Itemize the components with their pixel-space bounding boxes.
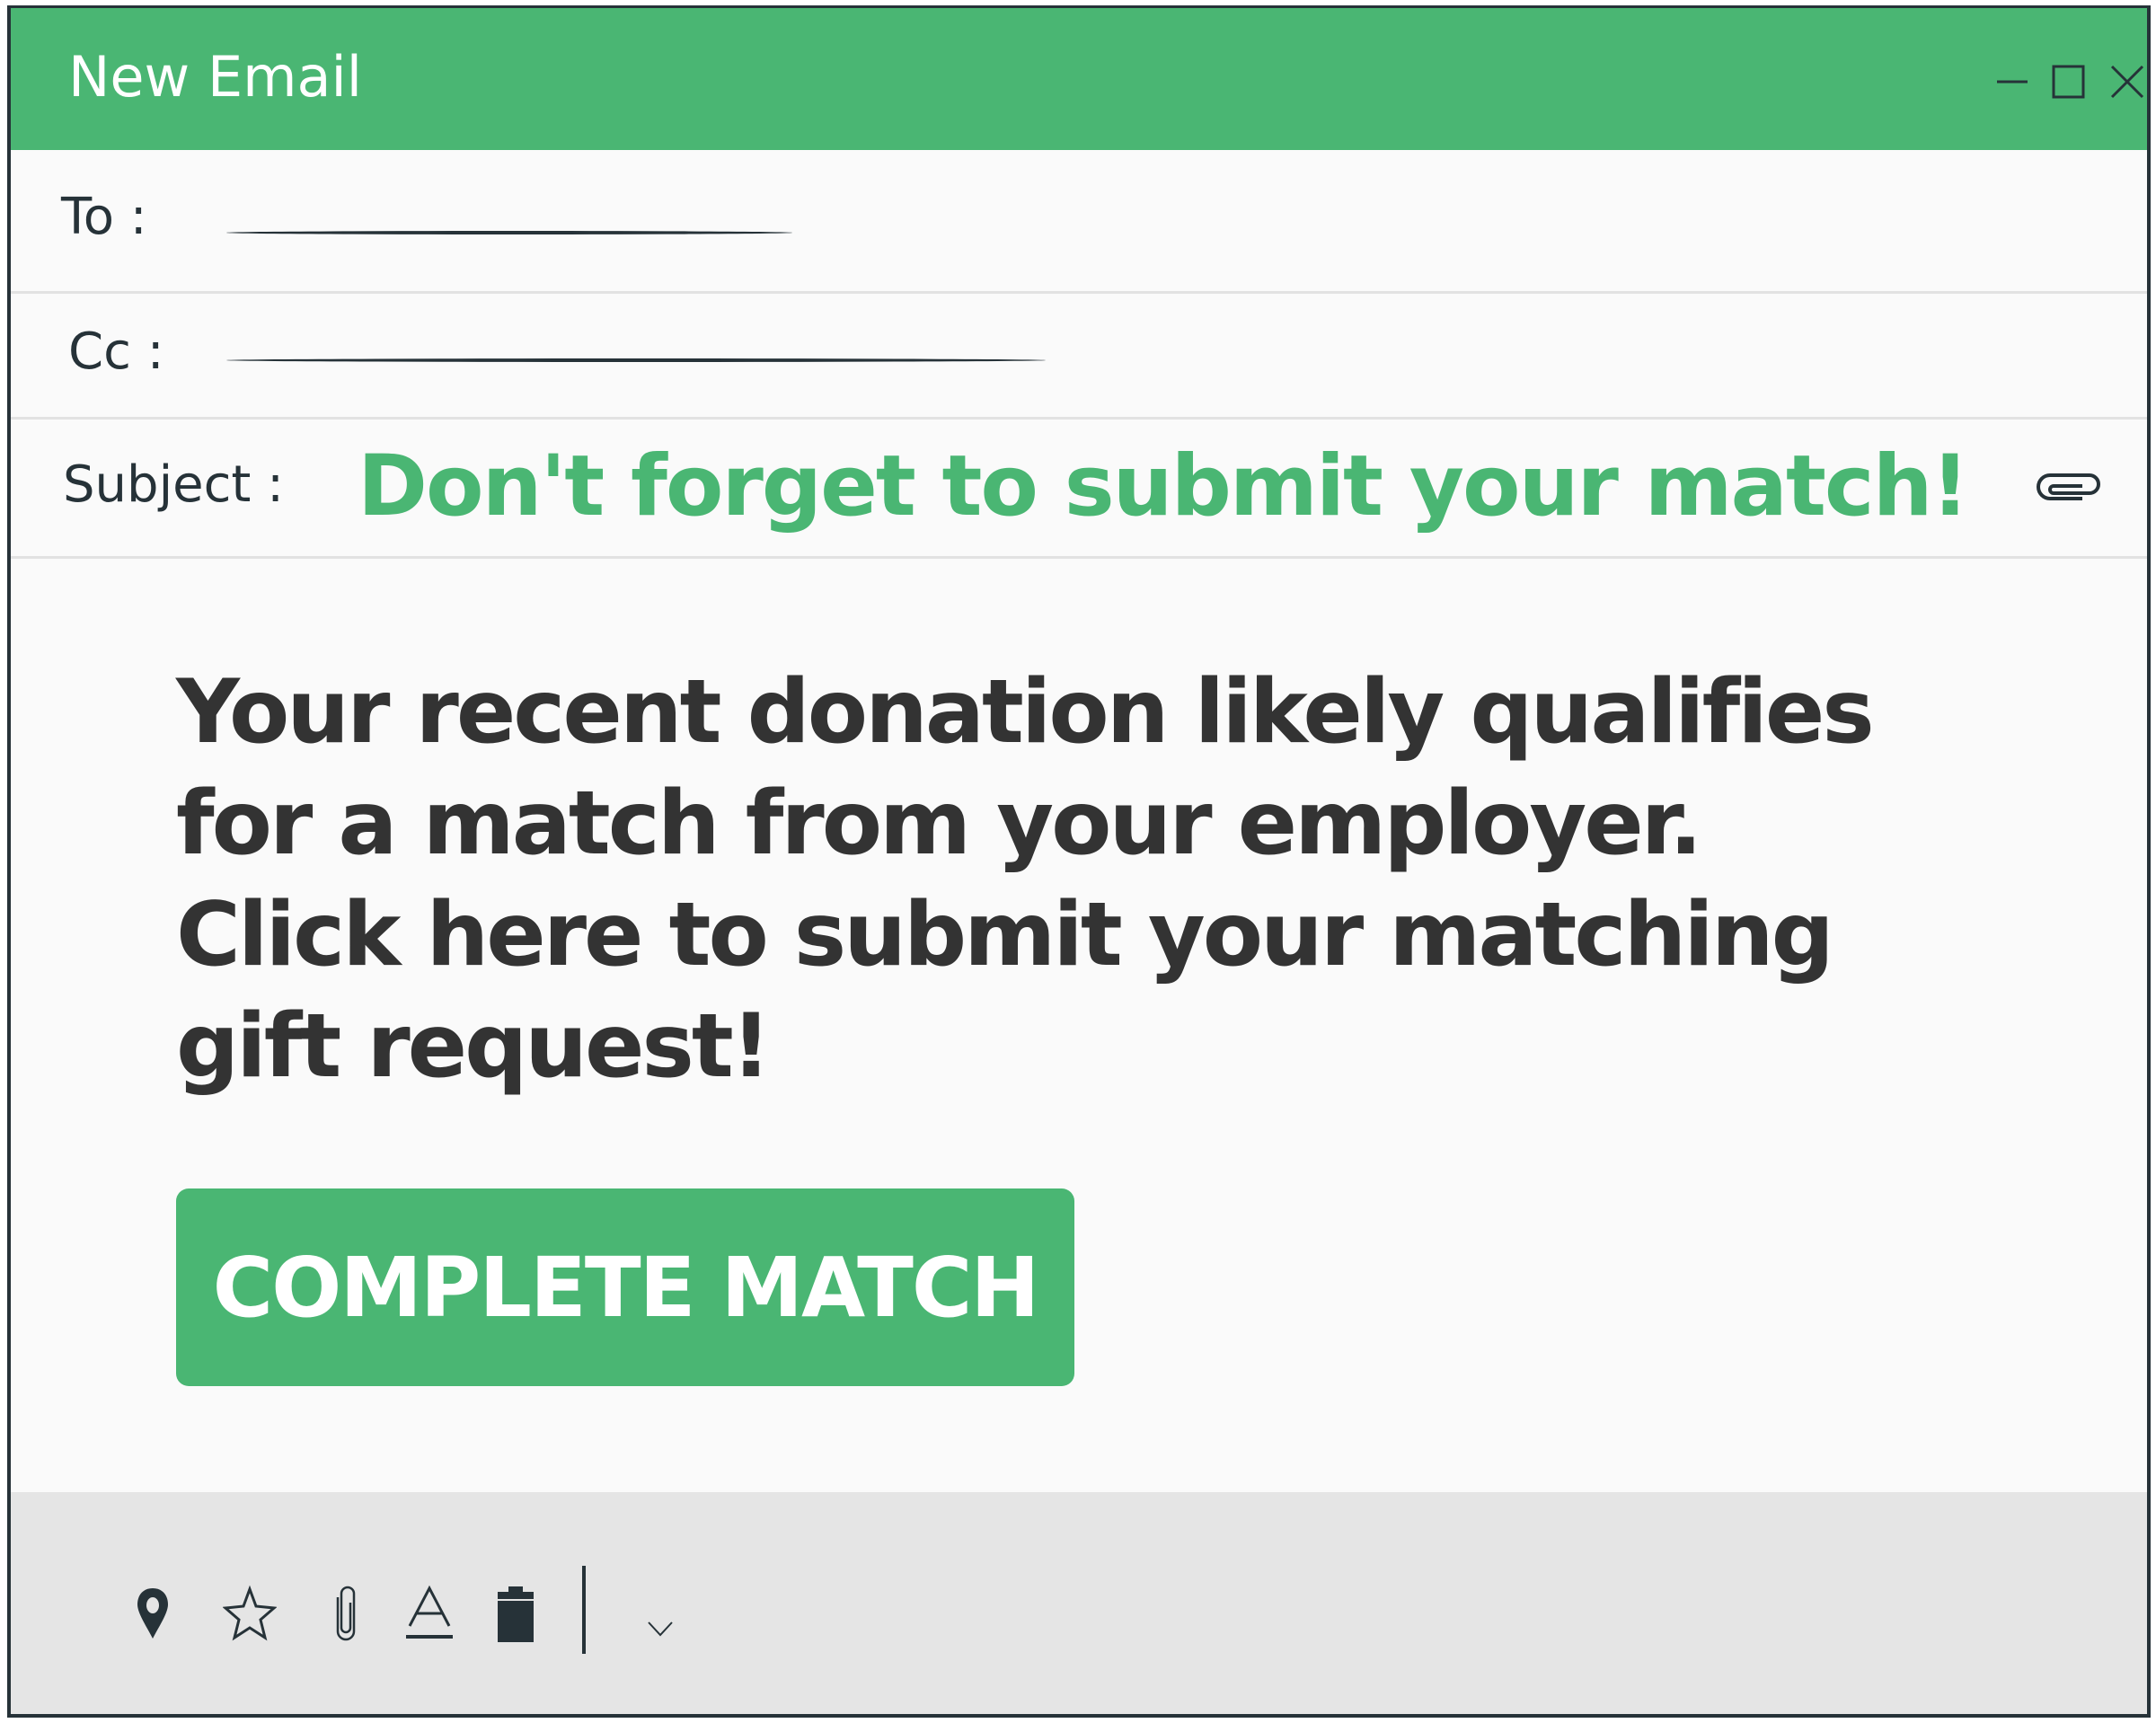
subject-input[interactable]: Don't forget to submit your match! (358, 437, 1969, 535)
trash-icon (498, 1586, 534, 1642)
attach-button[interactable] (2032, 468, 2104, 508)
paperclip-icon (336, 1586, 356, 1641)
attach-file-button[interactable] (332, 1582, 359, 1645)
chevron-down-icon (648, 1621, 673, 1637)
subject-field-row: Subject : Don't forget to submit your ma… (11, 420, 2147, 559)
minimize-icon (1997, 80, 2028, 84)
body-line: Click here to submit your matching (176, 884, 1834, 986)
paperclip-icon (2037, 473, 2100, 500)
text-format-button[interactable] (404, 1582, 455, 1645)
cc-input[interactable] (226, 358, 1046, 362)
more-options-button[interactable] (647, 1598, 674, 1637)
body-line: Your recent donation likely qualifies (176, 661, 1875, 764)
to-field-row: To : (11, 150, 2147, 294)
text-format-icon (406, 1585, 453, 1639)
email-body: Your recent donation likely qualifies fo… (176, 657, 1883, 1102)
maximize-icon (2052, 65, 2085, 99)
email-compose-window: New Email To : Cc : Subject : Don't forg… (7, 5, 2151, 1718)
close-icon (2110, 65, 2144, 99)
cc-field-row: Cc : (11, 294, 2147, 420)
compose-toolbar (11, 1492, 2147, 1714)
maximize-button[interactable] (2050, 64, 2086, 100)
to-input[interactable] (226, 231, 792, 234)
location-button[interactable] (135, 1582, 171, 1645)
cc-label: Cc : (68, 323, 164, 381)
subject-label: Subject : (63, 455, 285, 514)
delete-button[interactable] (496, 1582, 535, 1645)
toolbar-divider (582, 1566, 586, 1654)
window-title: New Email (68, 44, 362, 110)
star-icon (223, 1585, 277, 1641)
to-label: To : (61, 188, 147, 246)
complete-match-button[interactable]: COMPLETE MATCH (176, 1188, 1074, 1386)
body-line: gift request! (176, 995, 771, 1098)
location-pin-icon (137, 1588, 168, 1639)
body-line: for a match from your employer. (176, 773, 1702, 875)
close-button[interactable] (2109, 64, 2145, 100)
star-button[interactable] (223, 1582, 277, 1645)
minimize-button[interactable] (1994, 64, 2030, 100)
title-bar: New Email (11, 8, 2147, 150)
